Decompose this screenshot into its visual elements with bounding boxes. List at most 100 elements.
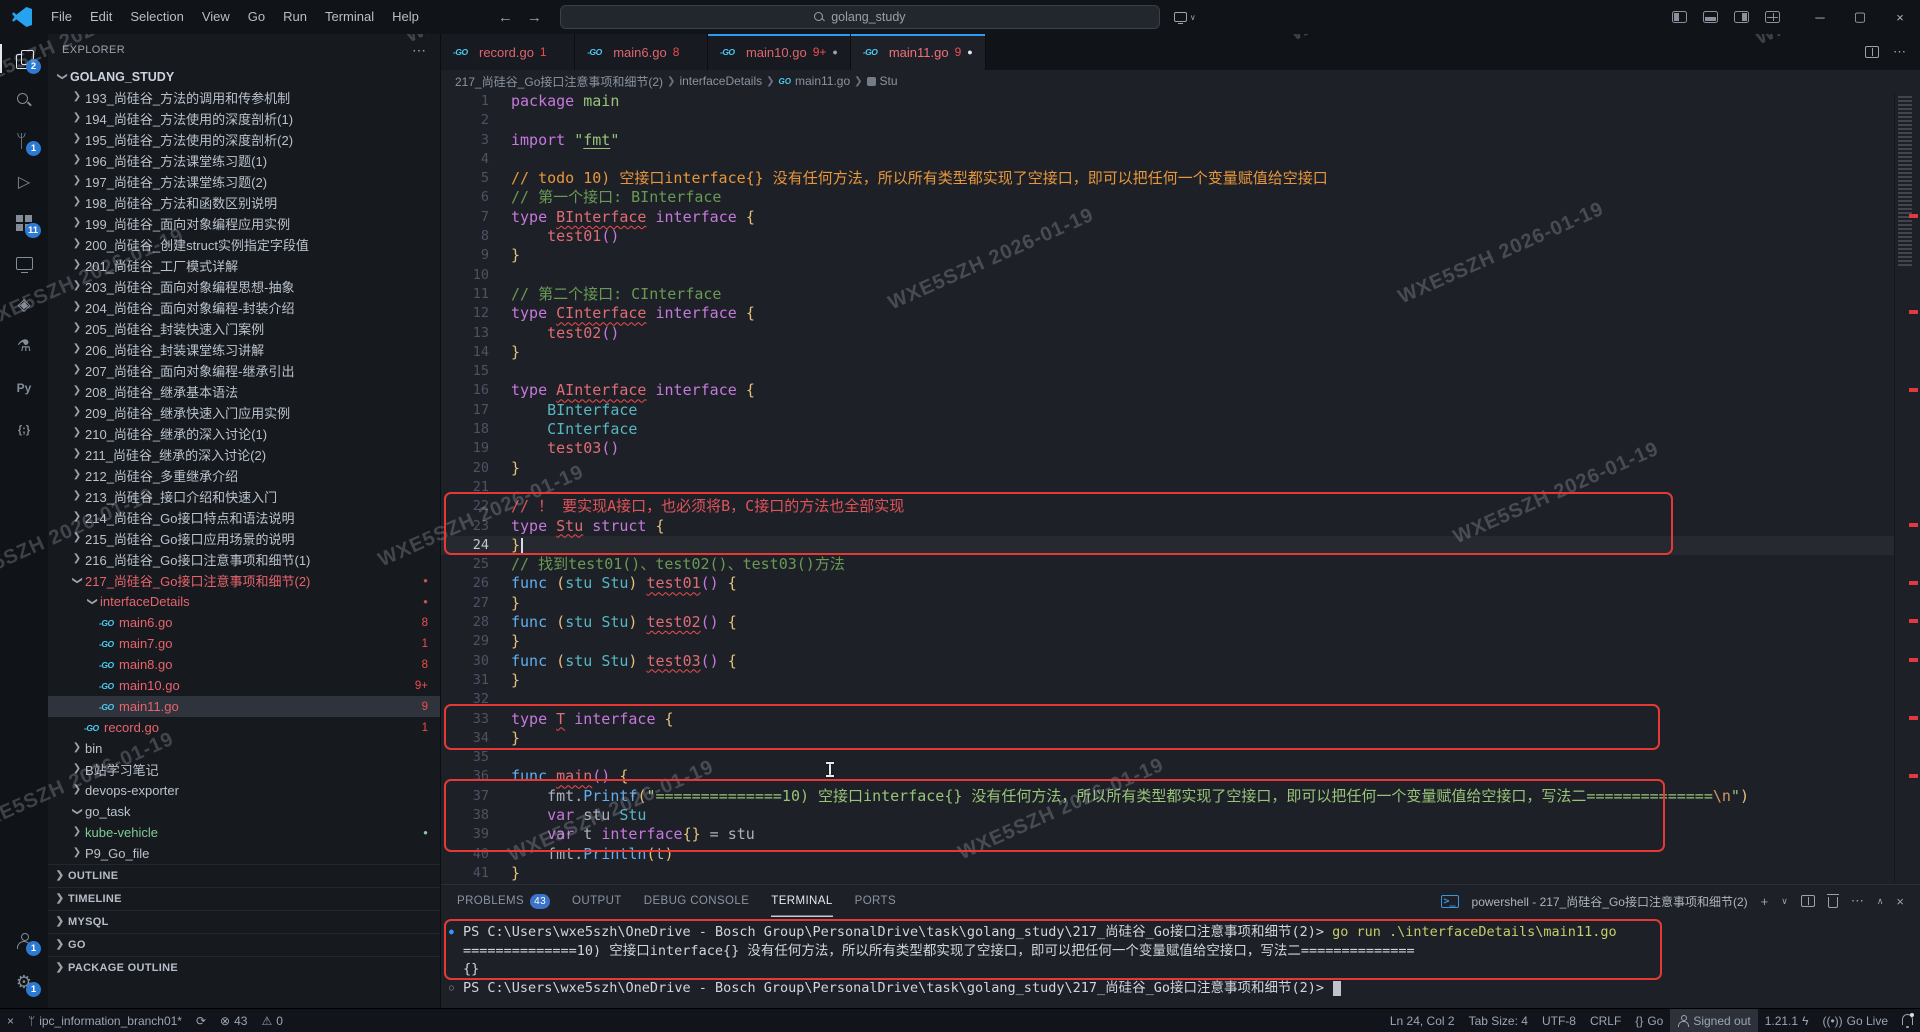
- file-item[interactable]: GOrecord.go 1: [48, 717, 440, 738]
- toggle-sidebar-left-icon[interactable]: [1672, 11, 1687, 23]
- menu-terminal[interactable]: Terminal: [316, 0, 383, 34]
- activity-remote-explorer[interactable]: [0, 243, 48, 284]
- breadcrumb-item[interactable]: Stu: [866, 74, 898, 88]
- panel-tab-problems[interactable]: PROBLEMS 43: [457, 885, 551, 917]
- folder-item[interactable]: ❯ 200_尚硅谷_创建struct实例指定字段值: [48, 234, 440, 255]
- tab-record.go[interactable]: GOrecord.go1×: [441, 34, 576, 70]
- folder-item[interactable]: ❯ 195_尚硅谷_方法使用的深度剖析(2): [48, 129, 440, 150]
- section-timeline[interactable]: ❯ TIMELINE: [48, 887, 440, 910]
- screencast-toggle[interactable]: ∨: [1173, 12, 1196, 24]
- folder-item[interactable]: ❯ P9_Go_file: [48, 843, 440, 864]
- folder-item[interactable]: ❯ go_task: [48, 801, 440, 822]
- activity-search[interactable]: [0, 79, 48, 120]
- dirty-dot-icon[interactable]: ●: [967, 47, 972, 57]
- status-errors[interactable]: ⊗ 43: [213, 1009, 254, 1032]
- folder-item[interactable]: ❯ 194_尚硅谷_方法使用的深度剖析(1): [48, 108, 440, 129]
- activity-explorer[interactable]: 2: [0, 38, 48, 79]
- status-account-signed-out[interactable]: Signed out: [1670, 1009, 1758, 1032]
- status-sync[interactable]: ⟳: [189, 1009, 213, 1032]
- file-item[interactable]: GOmain11.go 9: [48, 696, 440, 717]
- command-center-search[interactable]: golang_study: [559, 5, 1160, 29]
- forward-icon[interactable]: →: [527, 9, 542, 26]
- activity-run-debug[interactable]: [0, 161, 48, 202]
- section-package-outline[interactable]: ❯ PACKAGE OUTLINE: [48, 956, 440, 979]
- folder-item[interactable]: ❯ 207_尚硅谷_面向对象编程-继承引出: [48, 360, 440, 381]
- new-terminal-icon[interactable]: +: [1761, 894, 1769, 909]
- folder-item[interactable]: ❯ 213_尚硅谷_接口介绍和快速入门: [48, 486, 440, 507]
- menu-run[interactable]: Run: [274, 0, 316, 34]
- folder-item[interactable]: ❯ 203_尚硅谷_面向对象编程思想-抽象: [48, 276, 440, 297]
- status-tab-size[interactable]: Tab Size: 4: [1462, 1009, 1535, 1032]
- more-actions-icon[interactable]: ⋯: [412, 42, 426, 59]
- tab-main10.go[interactable]: GO main10.go 9+ ●: [707, 34, 851, 70]
- activity-json[interactable]: [0, 407, 48, 448]
- maximize-button[interactable]: ▢: [1840, 0, 1880, 34]
- folder-item[interactable]: ❯ 212_尚硅谷_多重继承介绍: [48, 465, 440, 486]
- folder-item[interactable]: ❯ bin: [48, 738, 440, 759]
- activity-testing[interactable]: [0, 325, 48, 366]
- folder-item[interactable]: ❯ 193_尚硅谷_方法的调用和传参机制: [48, 87, 440, 108]
- file-item[interactable]: GOmain7.go 1: [48, 633, 440, 654]
- section-outline[interactable]: ❯ OUTLINE: [48, 864, 440, 887]
- status-go-version[interactable]: 1.21.1: [1758, 1009, 1816, 1032]
- toggle-sidebar-right-icon[interactable]: [1734, 11, 1749, 23]
- terminal[interactable]: ● PS C:\Users\wxe5szh\OneDrive - Bosch Gr…: [441, 917, 1920, 1008]
- split-editor-icon[interactable]: [1865, 46, 1879, 58]
- split-terminal-icon[interactable]: [1800, 895, 1815, 907]
- folder-item[interactable]: ❯ B站学习笔记: [48, 759, 440, 780]
- breadcrumb-item[interactable]: 217_尚硅谷_Go接口注意事项和细节(2): [455, 73, 663, 90]
- status-git-branch[interactable]: ᛘ ipc_information_branch01*: [21, 1009, 189, 1032]
- activity-account[interactable]: 1: [0, 920, 48, 961]
- minimize-button[interactable]: ─: [1800, 0, 1840, 34]
- folder-item[interactable]: ❯ 205_尚硅谷_封装快速入门案例: [48, 318, 440, 339]
- close-panel-icon[interactable]: ×: [1896, 894, 1904, 909]
- folder-item[interactable]: ❯ 216_尚硅谷_Go接口注意事项和细节(1): [48, 549, 440, 570]
- folder-item[interactable]: ❯ 214_尚硅谷_Go接口特点和语法说明: [48, 507, 440, 528]
- activity-docker[interactable]: [0, 284, 48, 325]
- folder-item[interactable]: ❯ 215_尚硅谷_Go接口应用场景的说明: [48, 528, 440, 549]
- folder-item[interactable]: ❯ 208_尚硅谷_继承基本语法: [48, 381, 440, 402]
- folder-item[interactable]: ❯ 209_尚硅谷_继承快速入门应用实例: [48, 402, 440, 423]
- status-go-live[interactable]: ((•)) Go Live: [1815, 1009, 1895, 1032]
- menu-selection[interactable]: Selection: [121, 0, 192, 34]
- tab-main6.go[interactable]: GOmain6.go8×: [575, 34, 708, 70]
- minimap[interactable]: [1894, 92, 1920, 884]
- folder-item[interactable]: ❯ 206_尚硅谷_封装课堂练习讲解: [48, 339, 440, 360]
- panel-tab-terminal[interactable]: TERMINAL: [771, 885, 832, 917]
- folder-item[interactable]: ❯ devops-exporter: [48, 780, 440, 801]
- dirty-dot-icon[interactable]: ●: [832, 47, 837, 57]
- activity-settings[interactable]: 1: [0, 961, 48, 1002]
- folder-item[interactable]: ❯ 204_尚硅谷_面向对象编程-封装介绍: [48, 297, 440, 318]
- panel-more-actions-icon[interactable]: ⋯: [1851, 893, 1864, 909]
- status-language-mode[interactable]: {} Go: [1628, 1009, 1670, 1032]
- section-mysql[interactable]: ❯ MYSQL: [48, 910, 440, 933]
- back-icon[interactable]: ←: [498, 9, 513, 26]
- tab-main11.go[interactable]: GO main11.go 9 ●: [850, 34, 986, 70]
- editor-more-actions-icon[interactable]: ⋯: [1893, 44, 1906, 60]
- activity-extensions[interactable]: 11: [0, 202, 48, 243]
- file-item[interactable]: GOmain8.go 8: [48, 654, 440, 675]
- kill-terminal-icon[interactable]: [1826, 893, 1839, 908]
- status-notifications[interactable]: [1895, 1009, 1920, 1032]
- maximize-panel-icon[interactable]: ∧: [1877, 896, 1884, 907]
- folder-item[interactable]: ❯ 196_尚硅谷_方法课堂练习题(1): [48, 150, 440, 171]
- status-encoding[interactable]: UTF-8: [1535, 1009, 1583, 1032]
- status-remote[interactable]: ×: [0, 1009, 21, 1032]
- folder-item[interactable]: ❯ 199_尚硅谷_面向对象编程应用实例: [48, 213, 440, 234]
- toggle-panel-icon[interactable]: [1703, 11, 1718, 23]
- folder-item[interactable]: ❯ GOLANG_STUDY: [48, 66, 440, 87]
- breadcrumb-item[interactable]: GO main11.go: [779, 74, 851, 88]
- folder-item[interactable]: ❯ 217_尚硅谷_Go接口注意事项和细节(2) ●: [48, 570, 440, 591]
- menu-file[interactable]: File: [42, 0, 81, 34]
- panel-tab-debug-console[interactable]: DEBUG CONSOLE: [644, 885, 750, 917]
- menu-go[interactable]: Go: [239, 0, 274, 34]
- panel-tab-ports[interactable]: PORTS: [855, 885, 896, 917]
- terminal-profile-dropdown-icon[interactable]: ∨: [1781, 896, 1788, 907]
- close-button[interactable]: ×: [1880, 0, 1920, 34]
- file-item[interactable]: GOmain6.go 8: [48, 612, 440, 633]
- status-cursor-position[interactable]: Ln 24, Col 2: [1383, 1009, 1462, 1032]
- folder-item[interactable]: ❯ 201_尚硅谷_工厂模式详解: [48, 255, 440, 276]
- status-eol[interactable]: CRLF: [1583, 1009, 1628, 1032]
- file-item[interactable]: GOmain10.go 9+: [48, 675, 440, 696]
- menu-help[interactable]: Help: [383, 0, 428, 34]
